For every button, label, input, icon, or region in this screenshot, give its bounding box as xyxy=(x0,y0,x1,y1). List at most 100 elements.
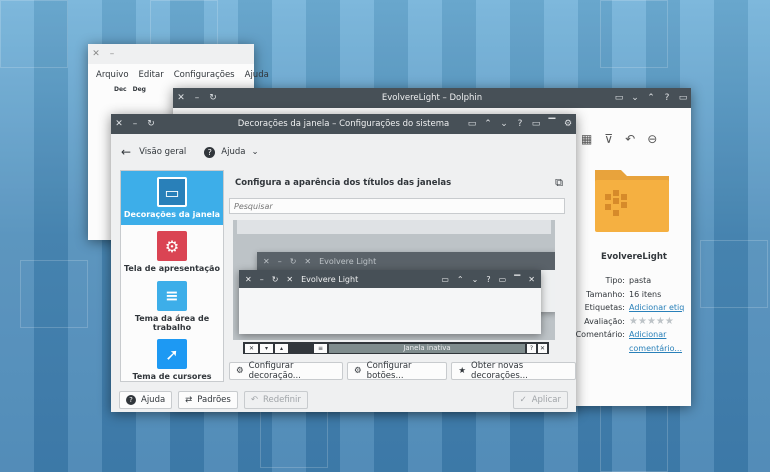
preview-active-title: Evolvere Light xyxy=(301,274,359,284)
decoration-preview[interactable]: ✕ – ↻ ✕ Evolvere Light ✕ – ↻ ✕ Evolvere Light … xyxy=(233,220,555,340)
help-button[interactable]: ? Ajuda xyxy=(119,391,173,409)
split-view-icon[interactable]: ▦ xyxy=(581,132,592,146)
menu-icon[interactable]: ▭ xyxy=(464,119,480,129)
close-icon: ✕ xyxy=(538,343,547,353)
chevron-down-icon: ⌄ xyxy=(471,274,479,284)
wallpaper-tile xyxy=(600,0,668,68)
close-icon[interactable]: ✕ xyxy=(173,93,189,103)
star-icon[interactable]: ★ xyxy=(665,316,674,327)
help-label: Ajuda xyxy=(141,395,166,405)
settings-toolbar: ← Visão geral ? Ajuda ⌄ xyxy=(111,138,576,166)
star-icon[interactable]: ★ xyxy=(647,316,656,327)
shade-icon: ▔ xyxy=(514,274,521,284)
info-panel: Tipo: pasta Tamanho: 16 itens Etiquetas: Ad… xyxy=(563,274,691,355)
folder-icon xyxy=(593,160,673,240)
minimize-icon[interactable]: – xyxy=(189,93,205,103)
close-icon: ✕ xyxy=(263,256,270,266)
configure-decoration-button[interactable]: ⚙ Configurar decoração... xyxy=(229,361,344,381)
chevron-up-icon[interactable]: ⌃ xyxy=(480,119,496,129)
settings-window[interactable]: ✕ – ↻ Decorações da janela – Configuraçõ… xyxy=(111,114,576,412)
overview-button[interactable]: ← Visão geral xyxy=(121,145,186,159)
category-label: Decorações da janela xyxy=(123,210,221,219)
help-icon[interactable]: ? xyxy=(659,93,675,103)
minimize-icon: – xyxy=(277,256,282,266)
star-icon[interactable]: ★ xyxy=(629,316,638,327)
check-icon: ✓ xyxy=(519,395,527,405)
window-list-icon[interactable]: ⧉ xyxy=(555,176,563,190)
close-icon[interactable]: ✕ xyxy=(88,49,104,59)
help-menu-button[interactable]: ? Ajuda ⌄ xyxy=(204,146,259,158)
chevron-up-icon[interactable]: ⌃ xyxy=(643,93,659,103)
menu-icon: ≡ xyxy=(314,343,327,353)
help-icon[interactable]: ? xyxy=(512,119,528,129)
logo-icon: ✕ xyxy=(304,256,312,266)
rating-stars[interactable]: ★★★★★ xyxy=(629,315,674,329)
background-window-titlebar[interactable]: ✕ – xyxy=(88,44,254,64)
wallpaper-tile xyxy=(600,404,668,472)
minimize-icon: – xyxy=(259,274,264,284)
logo-icon: ✕ xyxy=(286,274,294,284)
add-comment-link[interactable]: Adicionar comentário... xyxy=(629,328,685,355)
shade-icon[interactable]: ▔ xyxy=(544,119,560,129)
get-new-decorations-button[interactable]: ★ Obter novas decorações... xyxy=(451,361,576,381)
close-icon: ✕ xyxy=(245,274,252,284)
reset-label: Redefinir xyxy=(262,395,301,405)
chevron-down-icon: ⌄ xyxy=(251,147,259,157)
category-cursor-theme[interactable]: ➚ Tema de cursores xyxy=(121,333,223,387)
restore-icon[interactable]: ↻ xyxy=(205,93,221,103)
help-icon: ? xyxy=(486,274,491,284)
gear-icon[interactable]: ⚙ xyxy=(560,119,576,129)
category-label: Tema de cursores xyxy=(132,372,212,381)
view-icon[interactable]: ⊖ xyxy=(647,132,657,146)
menu-item-ajuda[interactable]: Ajuda xyxy=(245,70,269,80)
inactive-window-label: Janela inativa xyxy=(329,343,525,353)
menu-item-editar[interactable]: Editar xyxy=(139,70,164,80)
star-icon[interactable]: ★ xyxy=(656,316,665,327)
category-window-decorations[interactable]: ▭ Decorações da janela xyxy=(121,171,223,225)
apply-label: Aplicar xyxy=(531,395,561,405)
dolphin-titlebar[interactable]: ✕ – ↻ EvolvereLight – Dolphin ▭ ⌄ ⌃ ? ▭ xyxy=(173,88,691,108)
minimize-icon[interactable]: – xyxy=(104,49,120,59)
keep-above-icon[interactable]: ▭ xyxy=(675,93,691,103)
help-icon: ? xyxy=(204,146,216,158)
menu-item-arquivo[interactable]: Arquivo xyxy=(96,70,129,80)
gear-icon: ⚙ xyxy=(354,366,362,376)
preview-button-strip: ✕ ▾ ▴ ≡ Janela inativa ? ✕ xyxy=(243,342,549,354)
filter-icon[interactable]: ⊽ xyxy=(604,132,613,146)
button-label: Obter novas decorações... xyxy=(471,361,528,381)
chevron-down-icon[interactable]: ⌄ xyxy=(627,93,643,103)
maximize-icon: ▴ xyxy=(275,343,288,353)
defaults-label: Padrões xyxy=(197,395,231,405)
undo-icon[interactable]: ↶ xyxy=(625,132,635,146)
help-label: Ajuda xyxy=(221,147,246,157)
keep-above-icon[interactable]: ▭ xyxy=(528,119,544,129)
swap-arrows-icon: ⇄ xyxy=(185,395,193,405)
defaults-button[interactable]: ⇄ Padrões xyxy=(178,391,238,409)
restore-icon: ↻ xyxy=(271,274,279,284)
window-icon: ▭ xyxy=(157,177,187,207)
star-icon[interactable]: ★ xyxy=(638,316,647,327)
close-icon[interactable]: ✕ xyxy=(111,119,127,129)
brush-icon: ≡ xyxy=(157,280,187,311)
menu-item-configuracoes[interactable]: Configurações xyxy=(174,70,235,80)
logo-icon: ✕ xyxy=(528,274,535,284)
undo-icon: ↶ xyxy=(250,395,258,405)
dolphin-toolbar: ▦ ⊽ ↶ ⊖ xyxy=(581,132,657,146)
menubar: Arquivo Editar Configurações Ajuda xyxy=(88,64,269,86)
help-icon: ? xyxy=(126,395,136,405)
category-splash-screen[interactable]: ⚙ Tela de apresentação xyxy=(121,225,223,279)
category-desktop-theme[interactable]: ≡ Tema da área de trabalho xyxy=(121,279,223,333)
reset-button[interactable]: ↶ Redefinir xyxy=(243,391,308,409)
folder-name: EvolvereLight xyxy=(601,252,667,262)
chevron-down-icon[interactable]: ⌄ xyxy=(496,119,512,129)
configure-buttons-button[interactable]: ⚙ Configurar botões... xyxy=(347,361,448,381)
apply-button[interactable]: ✓ Aplicar xyxy=(512,391,568,409)
minimize-icon[interactable]: – xyxy=(127,119,143,129)
add-tag-link[interactable]: Adicionar etiq xyxy=(629,301,684,315)
button-label: Configurar decoração... xyxy=(248,361,301,381)
search-input[interactable] xyxy=(229,198,565,214)
restore-icon[interactable]: ↻ xyxy=(143,119,159,129)
settings-titlebar[interactable]: ✕ – ↻ Decorações da janela – Configuraçõ… xyxy=(111,114,576,134)
star-icon: ★ xyxy=(458,366,467,376)
menu-icon[interactable]: ▭ xyxy=(611,93,627,103)
